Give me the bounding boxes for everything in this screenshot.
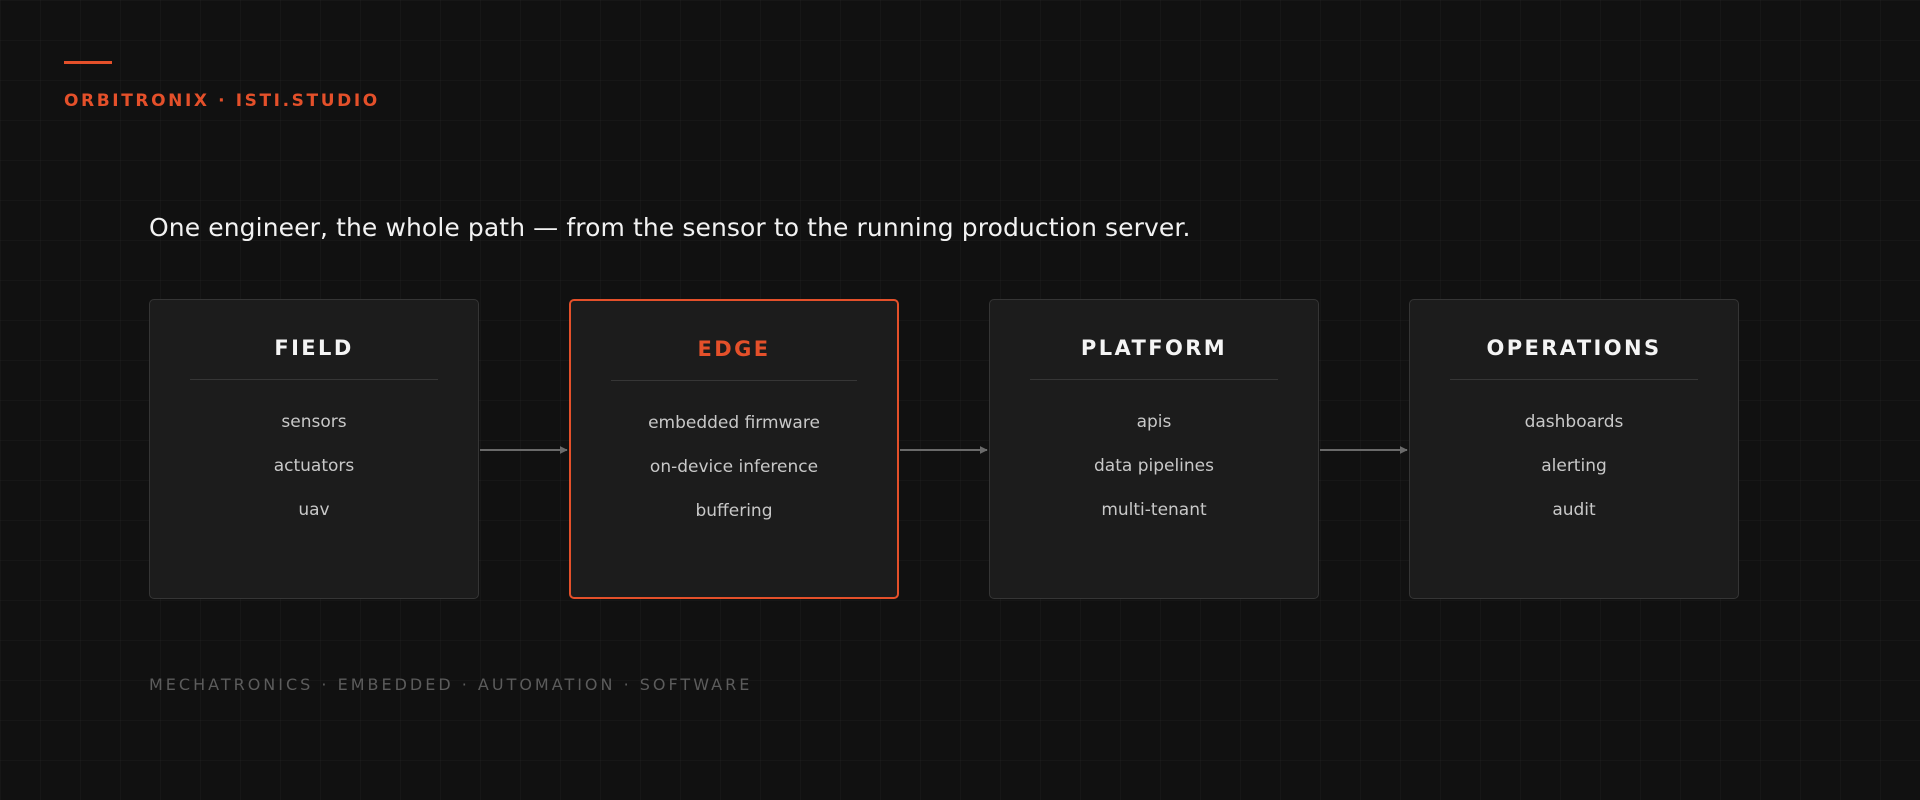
stage-item: sensors (281, 412, 347, 432)
stage-item: uav (298, 500, 330, 520)
stage-title: OPERATIONS (1486, 336, 1662, 360)
stage-item: audit (1552, 500, 1596, 520)
stage-divider (1450, 379, 1698, 380)
stage-item: buffering (695, 501, 773, 521)
stage-item: on-device inference (649, 457, 819, 477)
stage-items: sensors actuators uav (150, 411, 478, 543)
stage-divider (611, 380, 857, 381)
stage-title: FIELD (274, 336, 354, 360)
stage-edge: EDGE embedded firmware on-device inferen… (569, 299, 899, 599)
stage-item: actuators (273, 456, 355, 476)
stage-item: embedded firmware (648, 413, 820, 433)
accent-bar (64, 61, 112, 64)
stage-item: dashboards (1524, 412, 1624, 432)
stage-divider (190, 379, 438, 380)
stage-items: embedded firmware on-device inference bu… (571, 412, 897, 544)
brand-name: ORBITRONIX · ISTI.STUDIO (64, 91, 380, 111)
stage-item: alerting (1541, 456, 1607, 476)
headline: One engineer, the whole path — from the … (149, 213, 1191, 242)
stage-operations: OPERATIONS dashboards alerting audit (1409, 299, 1739, 599)
stage-item: apis (1136, 412, 1172, 432)
footer-tags: MECHATRONICS · EMBEDDED · AUTOMATION · S… (149, 675, 753, 694)
stage-platform: PLATFORM apis data pipelines multi-tenan… (989, 299, 1319, 599)
stage-title: EDGE (697, 337, 771, 361)
stage-items: dashboards alerting audit (1410, 411, 1738, 543)
stage-item: multi-tenant (1101, 500, 1207, 520)
stage-item: data pipelines (1094, 456, 1214, 476)
stage-items: apis data pipelines multi-tenant (990, 411, 1318, 543)
stage-field: FIELD sensors actuators uav (149, 299, 479, 599)
stage-divider (1030, 379, 1278, 380)
stage-title: PLATFORM (1080, 336, 1228, 360)
